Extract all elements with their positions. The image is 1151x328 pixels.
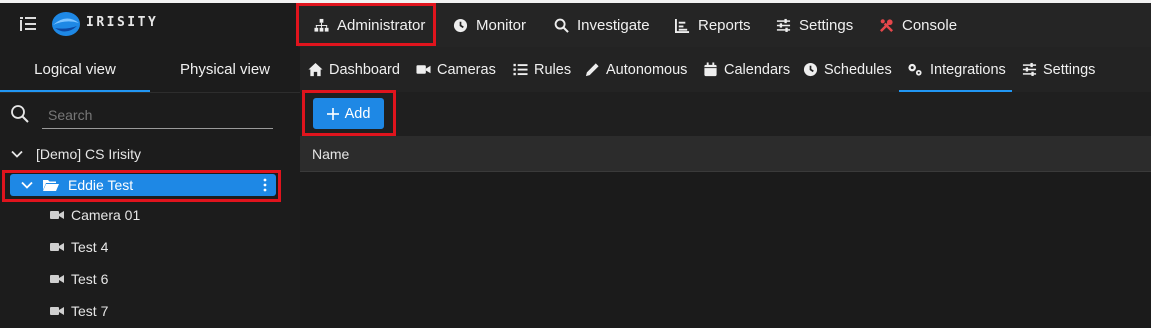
chevron-down-icon[interactable] — [20, 178, 34, 192]
add-button-label: Add — [344, 105, 371, 122]
search-icon — [554, 18, 569, 33]
tab-physical-view[interactable]: Physical view — [150, 47, 300, 92]
nav-reports[interactable]: Reports — [675, 3, 751, 47]
video-camera-icon — [50, 211, 64, 219]
subnav-label: Autonomous — [606, 61, 688, 78]
tree-item-camera-01[interactable]: Camera 01 — [50, 205, 140, 225]
subnav-label: Schedules — [824, 61, 892, 78]
subnav-settings[interactable]: Settings — [1022, 47, 1095, 92]
tab-label: Logical view — [34, 61, 116, 78]
subnav-label: Dashboard — [329, 61, 400, 78]
column-header-name[interactable]: Name — [312, 136, 349, 172]
nav-console[interactable]: Console — [879, 3, 957, 47]
nav-label: Settings — [799, 16, 854, 34]
subnav-calendars[interactable]: Calendars — [703, 47, 790, 92]
subnav-label: Calendars — [724, 61, 791, 78]
nav-label: Monitor — [476, 16, 527, 34]
menu-tree-icon[interactable] — [19, 16, 37, 32]
folder-open-icon — [43, 180, 59, 191]
tree-item-label: Eddie Test — [68, 177, 134, 193]
add-button[interactable]: Add — [313, 98, 384, 129]
subnav-label: Rules — [534, 61, 572, 78]
list-icon — [513, 63, 528, 76]
tree-item-eddie-test[interactable]: Eddie Test — [20, 175, 133, 195]
video-camera-icon — [50, 307, 64, 315]
video-camera-icon — [416, 65, 431, 74]
search-icon — [10, 104, 30, 124]
nav-label: Reports — [698, 16, 751, 34]
subnav-rules[interactable]: Rules — [513, 47, 571, 92]
home-icon — [308, 62, 323, 77]
pencil-icon — [585, 63, 599, 77]
subnav-integrations[interactable]: Integrations — [906, 47, 1006, 92]
subnav-cameras[interactable]: Cameras — [416, 47, 496, 92]
tree-item-label: Test 7 — [71, 303, 109, 319]
clock-icon — [453, 18, 468, 32]
irisity-logo-icon — [50, 9, 82, 39]
nav-administrator[interactable]: Administrator — [314, 3, 425, 47]
tree-item-test-4[interactable]: Test 4 — [50, 237, 108, 257]
more-vert-icon[interactable] — [263, 178, 267, 192]
nav-settings[interactable]: Settings — [776, 3, 853, 47]
plus-icon — [326, 107, 339, 120]
tree-item-test-6[interactable]: Test 6 — [50, 269, 108, 289]
tab-logical-view[interactable]: Logical view — [0, 47, 150, 92]
tree-root[interactable]: [Demo] CS Irisity — [10, 144, 141, 164]
subnav-dashboard[interactable]: Dashboard — [308, 47, 400, 92]
subnav-label: Integrations — [930, 61, 1006, 78]
table-body — [300, 172, 1151, 328]
brand-name: IRISITY — [86, 15, 159, 30]
sliders-icon — [776, 18, 791, 32]
tree-item-label: Test 6 — [71, 271, 109, 287]
nav-label: Administrator — [337, 16, 426, 34]
video-camera-icon — [50, 275, 64, 283]
gears-icon — [908, 63, 922, 76]
tab-label: Physical view — [179, 61, 271, 78]
chevron-down-icon[interactable] — [10, 147, 24, 161]
subnav-autonomous[interactable]: Autonomous — [585, 47, 687, 92]
subnav-label: Settings — [1043, 61, 1096, 78]
nav-label: Investigate — [577, 16, 650, 34]
nav-investigate[interactable]: Investigate — [554, 3, 650, 47]
table-header — [300, 136, 1151, 172]
chart-icon — [675, 18, 690, 33]
tree-root-label: [Demo] CS Irisity — [36, 146, 142, 162]
tree-item-test-7[interactable]: Test 7 — [50, 301, 108, 321]
search-underline — [42, 128, 273, 129]
nav-monitor[interactable]: Monitor — [453, 3, 526, 47]
tree-item-label: Camera 01 — [71, 207, 141, 223]
tab-divider — [0, 92, 300, 93]
toolbar — [300, 92, 1151, 136]
tree-item-label: Test 4 — [71, 239, 109, 255]
clock-icon — [803, 62, 818, 77]
subnav-schedules[interactable]: Schedules — [803, 47, 892, 92]
tools-icon — [880, 18, 893, 32]
subnav-label: Cameras — [437, 61, 496, 78]
nav-label: Console — [902, 16, 958, 34]
sliders-icon — [1022, 62, 1037, 76]
video-camera-icon — [50, 243, 64, 251]
sitemap-icon — [314, 18, 329, 32]
calendar-icon — [704, 62, 717, 77]
search-input[interactable] — [48, 104, 268, 126]
